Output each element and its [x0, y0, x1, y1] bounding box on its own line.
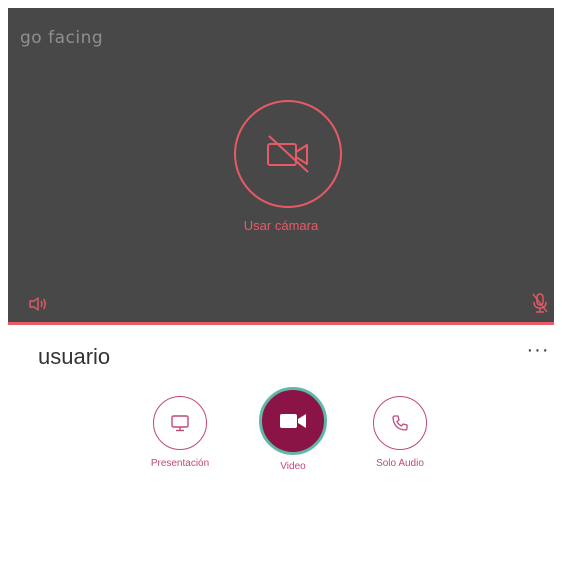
- monitor-icon: [171, 415, 189, 432]
- mode-video-label: Video: [280, 461, 306, 472]
- speaker-icon[interactable]: [28, 296, 48, 312]
- mode-audio-button[interactable]: Solo Audio: [360, 396, 440, 469]
- mode-video-button[interactable]: Video: [256, 387, 330, 472]
- video-panel-border: [8, 322, 554, 325]
- brand-logo: go facing: [20, 28, 104, 48]
- video-off-icon: [267, 135, 309, 173]
- username-label: usuario: [38, 344, 111, 369]
- mode-video-circle[interactable]: [259, 387, 327, 455]
- mode-presentation-circle[interactable]: [153, 396, 207, 450]
- use-camera-label: Usar cámara: [243, 218, 319, 233]
- mode-audio-circle[interactable]: [373, 396, 427, 450]
- video-preview: go facing Usar cámara: [8, 8, 554, 322]
- more-options-button[interactable]: ···: [526, 340, 550, 363]
- mode-presentation-label: Presentación: [150, 458, 210, 469]
- phone-icon: [392, 415, 408, 431]
- mic-off-icon[interactable]: [531, 292, 549, 314]
- video-camera-icon: [280, 414, 306, 428]
- use-camera-button[interactable]: [234, 100, 342, 208]
- mode-audio-label: Solo Audio: [376, 458, 424, 469]
- mode-presentation-button[interactable]: Presentación: [140, 396, 220, 469]
